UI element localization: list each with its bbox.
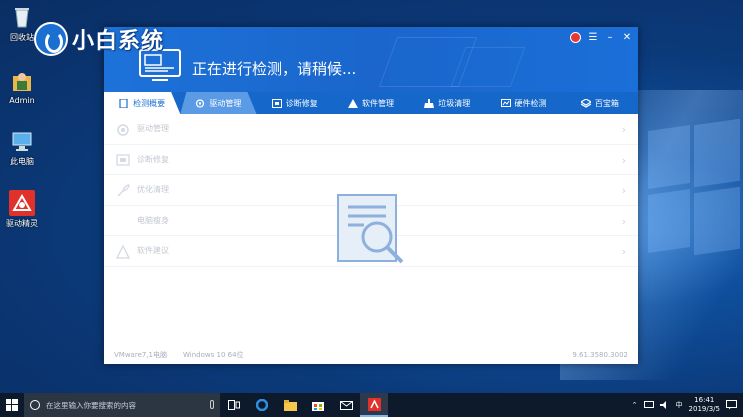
taskbar-mail[interactable]: [332, 393, 360, 417]
chevron-right-icon: ›: [621, 123, 626, 136]
list-item-label: 诊断修复: [137, 154, 169, 164]
software-icon: [347, 98, 358, 108]
tab-bar: 检测概要 驱动管理 诊断修复 软件管理 垃圾清理 硬件检测 百宝箱: [104, 92, 638, 114]
window-controls: ☰ – ✕: [570, 32, 632, 43]
tab-toolbox[interactable]: 百宝箱: [562, 92, 638, 114]
software-icon: [115, 244, 131, 259]
gear-icon: [116, 122, 130, 136]
minimize-button[interactable]: –: [605, 32, 615, 43]
hardware-icon: [500, 98, 511, 108]
broom-icon: [424, 98, 435, 108]
overview-icon: [119, 97, 129, 109]
rocket-icon: [116, 183, 130, 197]
chevron-right-icon: ›: [621, 245, 626, 258]
window-header: 正在进行检测，请稍候... ☰ – ✕: [104, 27, 638, 92]
windows-logo-pane: [694, 118, 740, 188]
list-item-label: 优化清理: [137, 185, 169, 195]
chevron-right-icon: ›: [621, 214, 626, 228]
taskbar-store[interactable]: [304, 393, 332, 417]
chevron-right-icon: ›: [621, 153, 626, 167]
windows-logo-pane: [648, 125, 690, 189]
xiaobai-logo-text: 小白系统: [72, 29, 165, 54]
ime-indicator[interactable]: 中: [676, 400, 683, 410]
user-folder-icon: [9, 68, 35, 94]
folder-icon: [283, 399, 297, 411]
desktop-icon-admin[interactable]: Admin: [2, 68, 42, 105]
volume-icon[interactable]: [659, 401, 670, 409]
chevron-right-icon: ›: [621, 184, 626, 197]
repair-icon: [271, 98, 282, 108]
mail-icon: [339, 400, 353, 410]
windows-logo-pane: [694, 186, 740, 256]
driver-genius-icon: [367, 397, 381, 411]
window-footer: VMware7,1电脑 Windows 10 64位 9.61.3580.300…: [104, 346, 638, 364]
system-tray: ⌃ 中 16:41 2019/3/5: [632, 396, 743, 414]
version-number: 9.61.3580.3002: [572, 351, 628, 359]
list-item-label: 软件建议: [137, 246, 169, 256]
tab-hardware-detection[interactable]: 硬件检测: [485, 92, 561, 114]
windows-logo-pane: [648, 189, 690, 253]
menu-button[interactable]: ☰: [588, 32, 598, 43]
close-button[interactable]: ✕: [622, 32, 632, 43]
recycle-bin-icon: [9, 4, 35, 30]
microphone-icon[interactable]: [210, 400, 214, 409]
network-icon[interactable]: [643, 401, 654, 409]
computer-icon: [9, 128, 35, 154]
taskbar-driver-genius[interactable]: [360, 393, 388, 417]
tab-junk-cleanup[interactable]: 垃圾清理: [409, 92, 485, 114]
repair-icon: [116, 152, 130, 166]
chevron-up-icon[interactable]: ⌃: [632, 401, 638, 409]
tab-driver-management[interactable]: 驱动管理: [180, 92, 257, 114]
list-item-label: 电脑瘦身: [137, 215, 169, 225]
store-icon: [312, 402, 324, 411]
windows-icon: [6, 399, 18, 411]
machine-name: VMware7,1电脑: [114, 351, 168, 359]
clock[interactable]: 16:41 2019/3/5: [689, 396, 720, 414]
list-item-label: 驱动管理: [137, 124, 169, 134]
cortana-icon: [30, 400, 40, 410]
taskbar-edge[interactable]: [248, 393, 276, 417]
taskbar-file-explorer[interactable]: [276, 393, 304, 417]
document-search-icon: [334, 192, 414, 268]
tab-software-management[interactable]: 软件管理: [333, 92, 409, 114]
toolbox-icon: [579, 97, 592, 108]
taskbar: 在这里输入你要搜索的内容 ⌃ 中 16:41 2019/3/5: [0, 393, 743, 417]
blank-icon-slot: [116, 213, 130, 227]
scan-status-text: 正在进行检测，请稍候...: [192, 60, 357, 78]
notification-center-icon[interactable]: [726, 400, 737, 410]
desktop-icon-label: 此电脑: [10, 157, 34, 166]
task-view-icon: [228, 400, 240, 410]
edge-icon: [256, 399, 268, 411]
list-item-diagnose-repair[interactable]: 诊断修复 ›: [104, 145, 638, 175]
tab-diagnose-repair[interactable]: 诊断修复: [257, 92, 333, 114]
driver-genius-window: 正在进行检测，请稍候... ☰ – ✕ 检测概要 驱动管理 诊断修复 软件管理 …: [104, 27, 638, 364]
start-button[interactable]: [0, 393, 24, 417]
desktop-icon-this-pc[interactable]: 此电脑: [2, 128, 42, 167]
header-decoration: [450, 47, 526, 87]
clock-time: 16:41: [694, 396, 715, 404]
xiaobai-logo-mark: [34, 22, 68, 56]
list-item-driver-management[interactable]: 驱动管理 ›: [104, 114, 638, 145]
clock-date: 2019/3/5: [688, 405, 720, 413]
task-view-button[interactable]: [220, 393, 248, 417]
tab-overview[interactable]: 检测概要: [104, 92, 181, 114]
xiaobai-logo: 小白系统: [34, 22, 164, 56]
os-info: Windows 10 64位: [183, 351, 244, 359]
taskbar-search-box[interactable]: 在这里输入你要搜索的内容: [24, 393, 220, 417]
gear-icon: [195, 98, 205, 108]
desktop-icon-label: 驱动精灵: [6, 219, 38, 228]
desktop-icon-driver-genius[interactable]: 驱动精灵: [2, 190, 42, 229]
notification-icon[interactable]: [570, 32, 581, 43]
search-placeholder: 在这里输入你要搜索的内容: [46, 400, 136, 410]
desktop-icon-label: Admin: [9, 96, 35, 105]
driver-genius-icon: [9, 190, 35, 216]
